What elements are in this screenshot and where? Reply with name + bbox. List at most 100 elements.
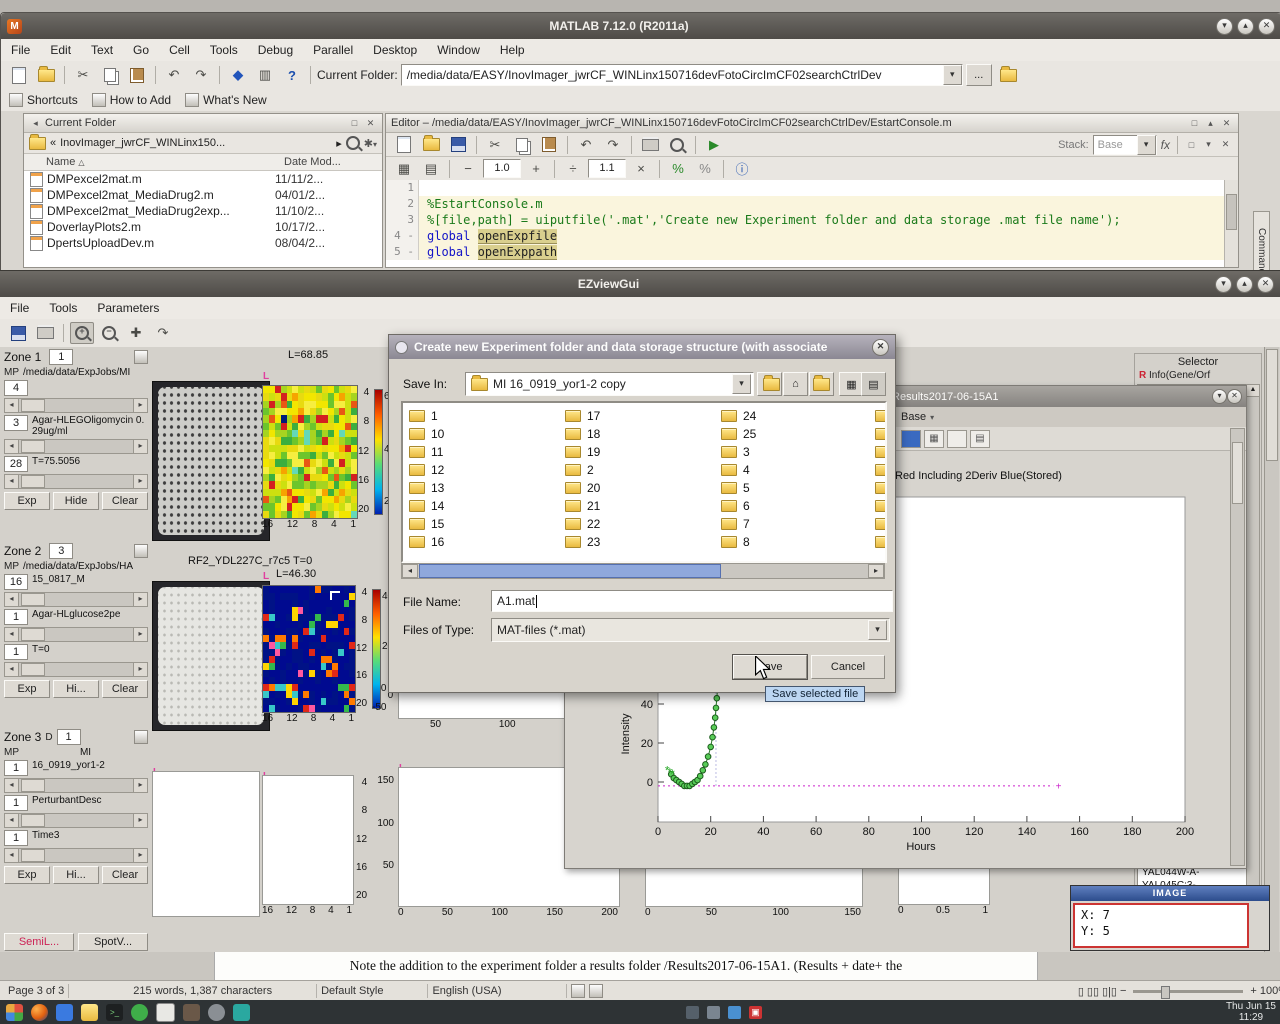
up-folder-icon[interactable]: ↑ xyxy=(995,64,1019,86)
folder-item[interactable]: 13 xyxy=(409,480,444,495)
shade-icon[interactable]: ▾ xyxy=(1212,389,1227,404)
page-count[interactable]: Page 3 of 3 xyxy=(8,985,64,997)
folder-list-hscrollbar[interactable]: ◂ ▸ xyxy=(401,563,885,579)
taskbar-settings-icon[interactable] xyxy=(208,1004,225,1021)
folder-item[interactable]: 1 xyxy=(409,408,444,423)
media-index-field[interactable]: 3 xyxy=(4,415,28,431)
breadcrumb-expand-icon[interactable]: ▸ xyxy=(336,137,342,150)
plot-style-icon[interactable] xyxy=(901,430,921,448)
results-scrollbar[interactable] xyxy=(1230,428,1245,866)
clear-button[interactable]: Clear xyxy=(102,866,148,884)
menu-item[interactable]: Window xyxy=(427,40,490,60)
time-slider[interactable]: ◂▸ xyxy=(4,848,148,863)
new-folder-icon[interactable] xyxy=(809,372,834,396)
taskbar-terminal-icon[interactable]: >_ xyxy=(106,1004,123,1021)
increase-icon[interactable]: + xyxy=(524,158,548,180)
menu-item[interactable]: Parameters xyxy=(87,298,169,318)
shortcut-whats-new[interactable]: What's New xyxy=(185,93,267,107)
rotate-icon[interactable]: ↷ xyxy=(151,322,175,344)
editor-dock-icon[interactable]: □ xyxy=(1185,140,1198,150)
print-icon[interactable] xyxy=(638,134,662,156)
tray-alert-icon[interactable]: ▣ xyxy=(749,1006,762,1019)
folder-item[interactable]: 24 xyxy=(721,408,756,423)
folder-item[interactable]: 3 xyxy=(721,444,756,459)
folder-item[interactable]: 5 xyxy=(721,480,756,495)
copy-icon[interactable] xyxy=(98,64,122,86)
base-dropdown[interactable]: Base xyxy=(901,411,926,423)
folder-item[interactable]: 25 xyxy=(721,426,756,441)
folder-item[interactable]: 21 xyxy=(565,498,600,513)
redo-icon[interactable]: ↷ xyxy=(189,64,213,86)
details-view-icon[interactable]: ▤ xyxy=(861,372,886,396)
taskbar-gimp-icon[interactable] xyxy=(183,1004,200,1021)
paste-icon[interactable] xyxy=(125,64,149,86)
find-icon[interactable] xyxy=(665,134,689,156)
time-index-field[interactable]: 1 xyxy=(4,644,28,660)
taskbar-files-icon[interactable] xyxy=(56,1004,73,1021)
ez-titlebar[interactable]: EZviewGui ▾ ▴ ✕ xyxy=(0,271,1280,297)
hide-button[interactable]: Hi... xyxy=(53,866,99,884)
maximize-icon[interactable]: ▴ xyxy=(1236,276,1253,293)
folder-item[interactable]: 2 xyxy=(565,462,600,477)
folder-item[interactable]: 6 xyxy=(721,498,756,513)
undock-left-icon[interactable]: ◂ xyxy=(29,118,42,129)
document-page[interactable]: Note the addition to the experiment fold… xyxy=(214,952,1038,980)
chevron-down-icon[interactable]: ▾ xyxy=(868,620,887,640)
zone-detach-icon[interactable] xyxy=(134,730,148,744)
cut-icon[interactable]: ✂ xyxy=(71,64,95,86)
save-icon[interactable] xyxy=(446,134,470,156)
document-text[interactable]: Note the addition to the experiment fold… xyxy=(215,952,1037,974)
clear-button[interactable]: Clear xyxy=(102,680,148,698)
open-file-icon[interactable] xyxy=(34,64,58,86)
multi-page-view-icon[interactable]: ▯▯ xyxy=(1087,985,1099,998)
folder-list[interactable]: 110111213141516 171819220212223 24253456… xyxy=(401,401,887,563)
taskbar-clock[interactable]: Thu Jun 15 11:29 xyxy=(1226,1001,1280,1023)
folder-item[interactable]: 11 xyxy=(409,444,444,459)
menu-item[interactable]: Help xyxy=(490,40,535,60)
info-icon[interactable]: ⓘ xyxy=(730,158,754,180)
zone-detach-icon[interactable] xyxy=(134,544,148,558)
image-window-titlebar[interactable]: IMAGE xyxy=(1071,886,1269,901)
menu-item[interactable]: Desktop xyxy=(363,40,427,60)
selection-mode-icon[interactable] xyxy=(571,984,585,998)
run-icon[interactable]: ▶ xyxy=(702,134,726,156)
code-editor[interactable]: 1 2%EstartConsole.m 3%[file,path] = uipu… xyxy=(386,180,1224,267)
current-folder-header[interactable]: ◂ Current Folder □ ✕ xyxy=(24,114,382,133)
zoom-in-icon[interactable]: + xyxy=(70,322,94,344)
divide-icon[interactable]: ÷ xyxy=(561,158,585,180)
hide-button[interactable]: Hide xyxy=(53,492,99,510)
time-index-field[interactable]: 1 xyxy=(4,830,28,846)
tray-update-icon[interactable] xyxy=(728,1006,741,1019)
zoom-slider[interactable] xyxy=(1133,990,1243,993)
file-row[interactable]: DMPexcel2mat_MediaDrug2.m04/01/2... xyxy=(24,187,382,203)
file-table-header[interactable]: Name △ Date Mod... xyxy=(24,154,382,171)
tray-network-icon[interactable] xyxy=(686,1006,699,1019)
changes-icon[interactable] xyxy=(589,984,603,998)
mp-slider[interactable]: ◂▸ xyxy=(4,778,148,793)
mp-index-field[interactable]: 1 xyxy=(4,760,28,776)
shade-icon[interactable]: ▾ xyxy=(1216,18,1233,35)
save-icon[interactable] xyxy=(6,322,30,344)
cancel-button[interactable]: Cancel xyxy=(811,655,885,679)
file-row[interactable]: DoverlayPlots2.m10/17/2... xyxy=(24,219,382,235)
table-view-icon[interactable]: ▤ xyxy=(970,430,990,448)
file-name-input[interactable]: A1.mat xyxy=(491,590,893,612)
panel-close-icon[interactable]: ✕ xyxy=(1220,118,1233,129)
new-script-icon[interactable] xyxy=(7,64,31,86)
folder-item[interactable]: 8 xyxy=(721,534,756,549)
scroll-right-icon[interactable]: ▸ xyxy=(868,564,884,578)
menu-item[interactable]: File xyxy=(1,40,40,60)
folder-item[interactable]: 18 xyxy=(565,426,600,441)
language-selector[interactable]: English (USA) xyxy=(432,985,501,997)
menu-item[interactable]: Go xyxy=(123,40,159,60)
folder-item[interactable]: 15 xyxy=(409,516,444,531)
multiply-icon[interactable]: × xyxy=(629,158,653,180)
scroll-thumb[interactable] xyxy=(419,564,721,578)
chevron-down-icon[interactable]: ▾ xyxy=(943,65,962,85)
save-in-combo[interactable]: MI 16_0919_yor1-2 copy ▾ xyxy=(465,372,754,396)
menu-item[interactable]: Tools xyxy=(200,40,248,60)
home-icon[interactable]: ⌂ xyxy=(783,372,808,396)
taskbar-media-icon[interactable] xyxy=(233,1004,250,1021)
ez-scrollbar[interactable] xyxy=(1264,347,1279,953)
blank-tool-icon[interactable] xyxy=(947,430,967,448)
